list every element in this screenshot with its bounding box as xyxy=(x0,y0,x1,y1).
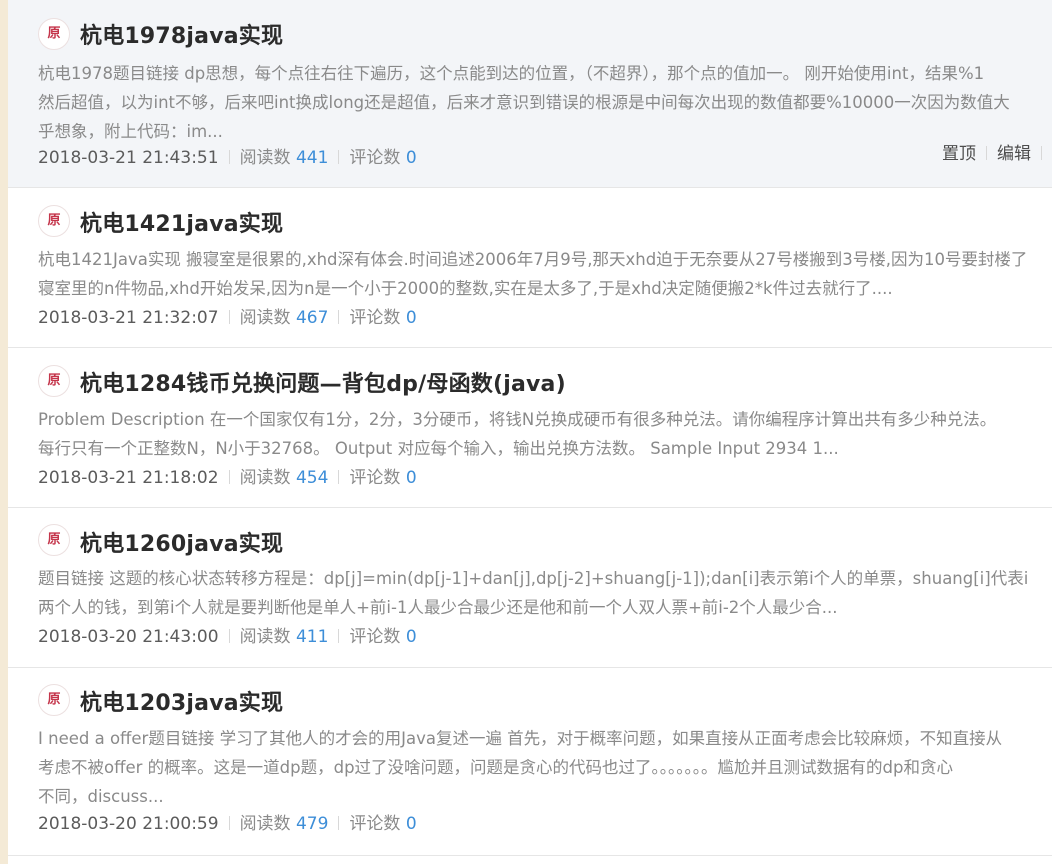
publish-datetime: 2018-03-21 21:32:07 xyxy=(38,308,219,328)
comment-count: 0 xyxy=(405,308,417,328)
summary-line: 每行只有一个正整数N，N小于32768。 Output 对应每个输入，输出兑换方… xyxy=(38,439,839,458)
summary-line: 不同，discuss... xyxy=(38,787,164,806)
article-meta: 2018-03-21 21:32:07 阅读数 467 评论数 0 xyxy=(38,305,417,331)
article-title[interactable]: 杭电1284钱币兑换问题—背包dp/母函数(java) xyxy=(80,366,566,398)
article-meta: 2018-03-20 21:00:59 阅读数 479 评论数 0 xyxy=(38,811,417,837)
meta-divider xyxy=(338,150,340,164)
article-title[interactable]: 杭电1260java实现 xyxy=(80,526,283,558)
meta-divider xyxy=(228,150,230,164)
publish-datetime: 2018-03-21 21:18:02 xyxy=(38,468,219,488)
article-item: 原 杭电1260java实现 题目链接 这题的核心状态转移方程是：dp[j]=m… xyxy=(8,508,1052,668)
meta-divider xyxy=(228,816,230,830)
meta-divider xyxy=(338,816,340,830)
article-summary: 杭电1978题目链接 dp思想，每个点往右往下遍历，这个点能到达的位置，（不超界… xyxy=(38,59,1052,146)
meta-divider xyxy=(338,629,340,643)
original-badge: 原 xyxy=(38,684,70,716)
summary-line: 然后超值，以为int不够，后来吧int换成long还是超值，后来才意识到错误的根… xyxy=(38,93,1010,112)
publish-datetime: 2018-03-20 21:43:00 xyxy=(38,627,219,647)
comment-count: 0 xyxy=(405,814,417,834)
ops-divider xyxy=(1041,146,1042,160)
article-item: 原 杭电1421java实现 杭电1421Java实现 搬寝室是很累的,xhd深… xyxy=(8,188,1052,348)
read-label: 阅读数 xyxy=(239,308,291,328)
summary-line: 题目链接 这题的核心状态转移方程是：dp[j]=min(dp[j-1]+dan[… xyxy=(38,569,1029,588)
publish-datetime: 2018-03-21 21:43:51 xyxy=(38,148,219,168)
original-badge: 原 xyxy=(38,524,70,556)
read-label: 阅读数 xyxy=(239,814,291,834)
summary-line: 寝室里的n件物品,xhd开始发呆,因为n是一个小于2000的整数,实在是太多了,… xyxy=(38,279,893,298)
original-badge: 原 xyxy=(38,18,70,50)
pin-button[interactable]: 置顶 xyxy=(942,144,976,164)
comment-label: 评论数 xyxy=(349,627,401,647)
edit-button[interactable]: 编辑 xyxy=(997,144,1031,164)
article-title[interactable]: 杭电1421java实现 xyxy=(80,206,283,238)
article-summary: 题目链接 这题的核心状态转移方程是：dp[j]=min(dp[j-1]+dan[… xyxy=(38,564,1052,622)
read-label: 阅读数 xyxy=(239,148,291,168)
read-count: 479 xyxy=(295,814,329,834)
summary-line: 乎想象，附上代码：im... xyxy=(38,122,223,141)
article-summary: Problem Description 在一个国家仅有1分，2分，3分硬币，将钱… xyxy=(38,405,1052,463)
comment-count: 0 xyxy=(405,627,417,647)
article-summary: I need a offer题目链接 学习了其他人的才会的用Java复述一遍 首… xyxy=(38,724,1052,811)
ops-divider xyxy=(986,146,987,160)
article-summary: 杭电1421Java实现 搬寝室是很累的,xhd深有体会.时间追述2006年7月… xyxy=(38,245,1052,303)
read-count: 411 xyxy=(295,627,329,647)
article-meta: 2018-03-20 21:43:00 阅读数 411 评论数 0 xyxy=(38,624,417,650)
article-ops: 置顶 编辑 xyxy=(942,141,1052,167)
article-item: 原 杭电1284钱币兑换问题—背包dp/母函数(java) Problem De… xyxy=(8,348,1052,508)
comment-label: 评论数 xyxy=(349,148,401,168)
comment-label: 评论数 xyxy=(349,308,401,328)
article-title[interactable]: 杭电1978java实现 xyxy=(80,18,283,50)
article-item: 原 杭电1203java实现 I need a offer题目链接 学习了其他人… xyxy=(8,668,1052,856)
summary-line: Problem Description 在一个国家仅有1分，2分，3分硬币，将钱… xyxy=(38,410,997,429)
article-list: 原 杭电1978java实现 杭电1978题目链接 dp思想，每个点往右往下遍历… xyxy=(8,0,1052,864)
summary-line: 考虑不被offer 的概率。这是一道dp题，dp过了没啥问题，问题是贪心的代码也… xyxy=(38,758,953,777)
comment-label: 评论数 xyxy=(349,814,401,834)
read-label: 阅读数 xyxy=(239,627,291,647)
meta-divider xyxy=(338,310,340,324)
read-label: 阅读数 xyxy=(239,468,291,488)
meta-divider xyxy=(228,470,230,484)
read-count: 467 xyxy=(295,308,329,328)
summary-line: 杭电1978题目链接 dp思想，每个点往右往下遍历，这个点能到达的位置，（不超界… xyxy=(38,64,985,83)
comment-label: 评论数 xyxy=(349,468,401,488)
read-count: 454 xyxy=(295,468,329,488)
summary-line: I need a offer题目链接 学习了其他人的才会的用Java复述一遍 首… xyxy=(38,729,1003,748)
article-meta: 2018-03-21 21:18:02 阅读数 454 评论数 0 xyxy=(38,465,417,491)
article-title[interactable]: 杭电1203java实现 xyxy=(80,685,283,717)
original-badge: 原 xyxy=(38,205,70,237)
summary-line: 两个人的钱，到第i个人就是要判断他是单人+前i-1人最少合最少还是他和前一个人双… xyxy=(38,598,838,617)
article-item: 原 杭电1978java实现 杭电1978题目链接 dp思想，每个点往右往下遍历… xyxy=(8,0,1052,188)
article-meta: 2018-03-21 21:43:51 阅读数 441 评论数 0 xyxy=(38,145,417,171)
meta-divider xyxy=(228,310,230,324)
comment-count: 0 xyxy=(405,468,417,488)
comment-count: 0 xyxy=(405,148,417,168)
read-count: 441 xyxy=(295,148,329,168)
summary-line: 杭电1421Java实现 搬寝室是很累的,xhd深有体会.时间追述2006年7月… xyxy=(38,250,1028,269)
original-badge: 原 xyxy=(38,365,70,397)
meta-divider xyxy=(338,470,340,484)
publish-datetime: 2018-03-20 21:00:59 xyxy=(38,814,219,834)
meta-divider xyxy=(228,629,230,643)
